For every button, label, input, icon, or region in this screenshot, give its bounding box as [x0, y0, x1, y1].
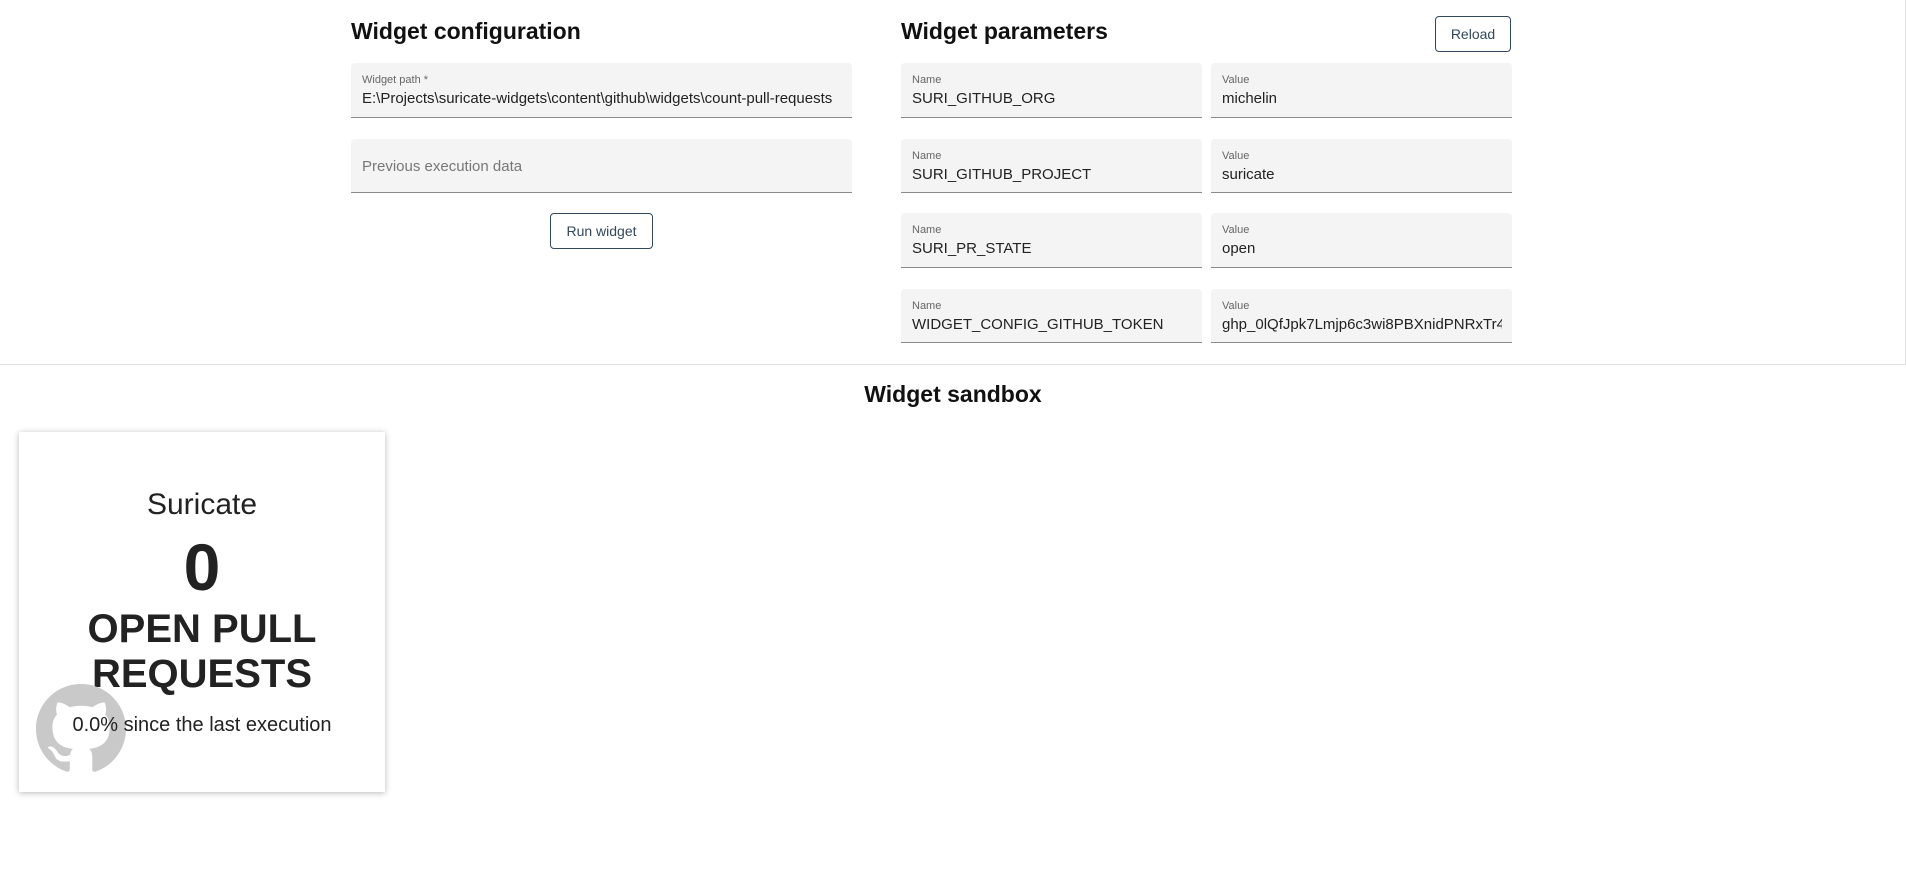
param-value-label: Value — [1222, 74, 1250, 86]
param-name-field[interactable]: Name SURI_GITHUB_PROJECT — [901, 139, 1202, 193]
widget-path-field[interactable]: Widget path * E:\Projects\suricate-widge… — [351, 63, 852, 118]
reload-button[interactable]: Reload — [1435, 16, 1511, 52]
param-value-value[interactable]: open — [1222, 240, 1502, 257]
configuration-panel: Widget configuration Widget path * E:\Pr… — [0, 0, 1906, 365]
previous-execution-data-field[interactable]: Previous execution data — [351, 139, 852, 193]
param-name-field[interactable]: Name SURI_GITHUB_ORG — [901, 63, 1202, 118]
param-value-field[interactable]: Value ghp_0lQfJpk7Lmjp6c3wi8PBXnidPNRxTr… — [1211, 289, 1512, 343]
widget-value: 0 — [183, 530, 221, 604]
previous-execution-placeholder: Previous execution data — [362, 158, 523, 175]
param-name-field[interactable]: Name SURI_PR_STATE — [901, 213, 1202, 268]
param-value-label: Value — [1222, 300, 1250, 312]
param-name-label: Name — [912, 74, 942, 86]
param-name-field[interactable]: Name WIDGET_CONFIG_GITHUB_TOKEN — [901, 289, 1202, 343]
param-name-label: Name — [912, 150, 942, 162]
param-value-field[interactable]: Value open — [1211, 213, 1512, 268]
param-name-value[interactable]: WIDGET_CONFIG_GITHUB_TOKEN — [912, 316, 1192, 333]
page: Widget configuration Widget path * E:\Pr… — [0, 0, 1906, 888]
param-value-label: Value — [1222, 224, 1250, 236]
widget-change-text: 0.0% since the last execution — [72, 714, 332, 736]
param-value-field[interactable]: Value michelin — [1211, 63, 1512, 118]
run-widget-button[interactable]: Run widget — [550, 213, 653, 249]
widget-parameters-title: Widget parameters — [901, 18, 1108, 44]
widget-path-value[interactable]: E:\Projects\suricate-widgets\content\git… — [362, 90, 842, 107]
param-value-field[interactable]: Value suricate — [1211, 139, 1512, 193]
param-name-value[interactable]: SURI_GITHUB_ORG — [912, 90, 1192, 107]
param-name-value[interactable]: SURI_PR_STATE — [912, 240, 1192, 257]
param-value-value[interactable]: ghp_0lQfJpk7Lmjp6c3wi8PBXnidPNRxTr4 — [1222, 316, 1502, 333]
widget-path-label: Widget path * — [362, 74, 429, 86]
param-value-label: Value — [1222, 150, 1250, 162]
param-name-label: Name — [912, 224, 942, 236]
param-value-value[interactable]: michelin — [1222, 90, 1502, 107]
widget-sandbox-title: Widget sandbox — [864, 381, 1042, 407]
widget-card[interactable]: Suricate 0 OPEN PULL REQUESTS 0.0% since… — [19, 432, 385, 792]
param-name-value[interactable]: SURI_GITHUB_PROJECT — [912, 166, 1192, 183]
param-value-value[interactable]: suricate — [1222, 166, 1502, 183]
widget-label-line: OPEN PULL — [87, 607, 317, 651]
widget-configuration-title: Widget configuration — [351, 18, 581, 44]
widget-title: Suricate — [146, 488, 258, 521]
param-name-label: Name — [912, 300, 942, 312]
